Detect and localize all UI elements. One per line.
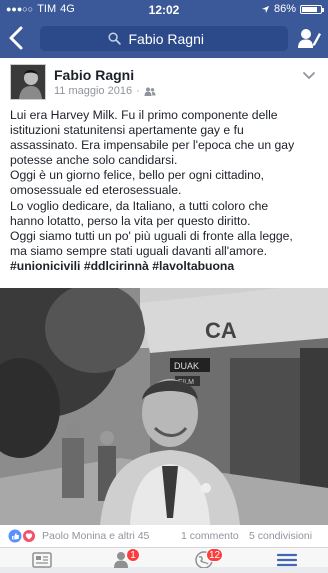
sign-text: CA (205, 318, 237, 343)
reactions-icons[interactable] (8, 529, 42, 543)
location-arrow-icon (261, 5, 270, 13)
nav-bar (0, 20, 328, 58)
back-button[interactable] (8, 25, 32, 53)
menu-icon (276, 553, 298, 567)
sign-text-2: DUAK (174, 361, 199, 371)
chevron-left-icon (9, 26, 23, 50)
avatar-image (11, 65, 45, 99)
tab-bar: 1 12 (0, 547, 328, 569)
post-line: Lo voglio dedicare, da Italiano, a tutti… (10, 198, 269, 213)
post-photo[interactable]: CA DUAK FILM (0, 288, 328, 525)
chevron-down-icon (303, 72, 315, 80)
post-options-button[interactable] (302, 68, 316, 80)
friend-requests-badge: 1 (126, 548, 140, 562)
status-bar: ●●●○○ TIM 4G 12:02 86% (0, 0, 328, 20)
post-line: assassinato. Era impensabile per l'epoca… (10, 138, 295, 153)
user-edit-icon (298, 29, 321, 48)
battery-fill (302, 6, 318, 12)
post-date[interactable]: 11 maggio 2016 (54, 85, 132, 97)
post-text: Lui era Harvey Milk. Fu il primo compone… (10, 108, 322, 274)
author-avatar[interactable] (10, 64, 46, 100)
reactions-names[interactable]: Paolo Monina e altri 45 (42, 530, 149, 542)
post-line: omosessuale ed eterosessuale. (10, 183, 182, 198)
post-card: Fabio Ragni 11 maggio 2016 · Lui era Har… (0, 58, 328, 525)
battery-percent: 86% (273, 3, 296, 15)
post-line: potesse anche solo candidarsi. (10, 153, 178, 168)
tab-news-feed[interactable] (32, 550, 52, 568)
news-feed-icon (32, 552, 52, 568)
post-line: istituzioni statunitensi apertamente gay… (10, 123, 244, 138)
shares-count[interactable]: 5 condivisioni (249, 530, 312, 542)
status-right: 86% (261, 3, 324, 15)
battery-icon (300, 4, 324, 14)
search-icon (107, 32, 121, 45)
reactions-bar: Paolo Monina e altri 45 1 commento 5 con… (0, 525, 328, 547)
post-line: Lui era Harvey Milk. Fu il primo compone… (10, 108, 278, 122)
post-line: hanno lotatto, perso la vita per questo … (10, 213, 251, 228)
tab-notifications[interactable]: 12 (194, 548, 224, 569)
friends-audience-icon (144, 87, 156, 96)
photo-image: CA DUAK FILM (0, 288, 328, 525)
add-friend-button[interactable] (296, 26, 322, 52)
tab-friend-requests[interactable]: 1 (112, 548, 140, 568)
meta-separator: · (136, 85, 140, 97)
author-name[interactable]: Fabio Ragni (54, 67, 134, 83)
post-line: ma siamo sempre stati uguali davanti all… (10, 243, 268, 258)
post-hashtags[interactable]: #unionicivili #ddlcirinnà #lavoltabuona (10, 259, 322, 274)
post-line: Oggi siamo tutti un po' più uguali di fr… (10, 228, 293, 243)
notifications-badge: 12 (206, 548, 224, 562)
tab-menu[interactable] (276, 550, 298, 568)
post-meta: 11 maggio 2016 · (54, 85, 156, 97)
search-bar[interactable] (40, 26, 288, 51)
post-line: Oggi è un giorno felice, bello per ogni … (10, 168, 265, 183)
comments-count[interactable]: 1 commento (181, 530, 239, 542)
search-input[interactable] (126, 29, 221, 48)
